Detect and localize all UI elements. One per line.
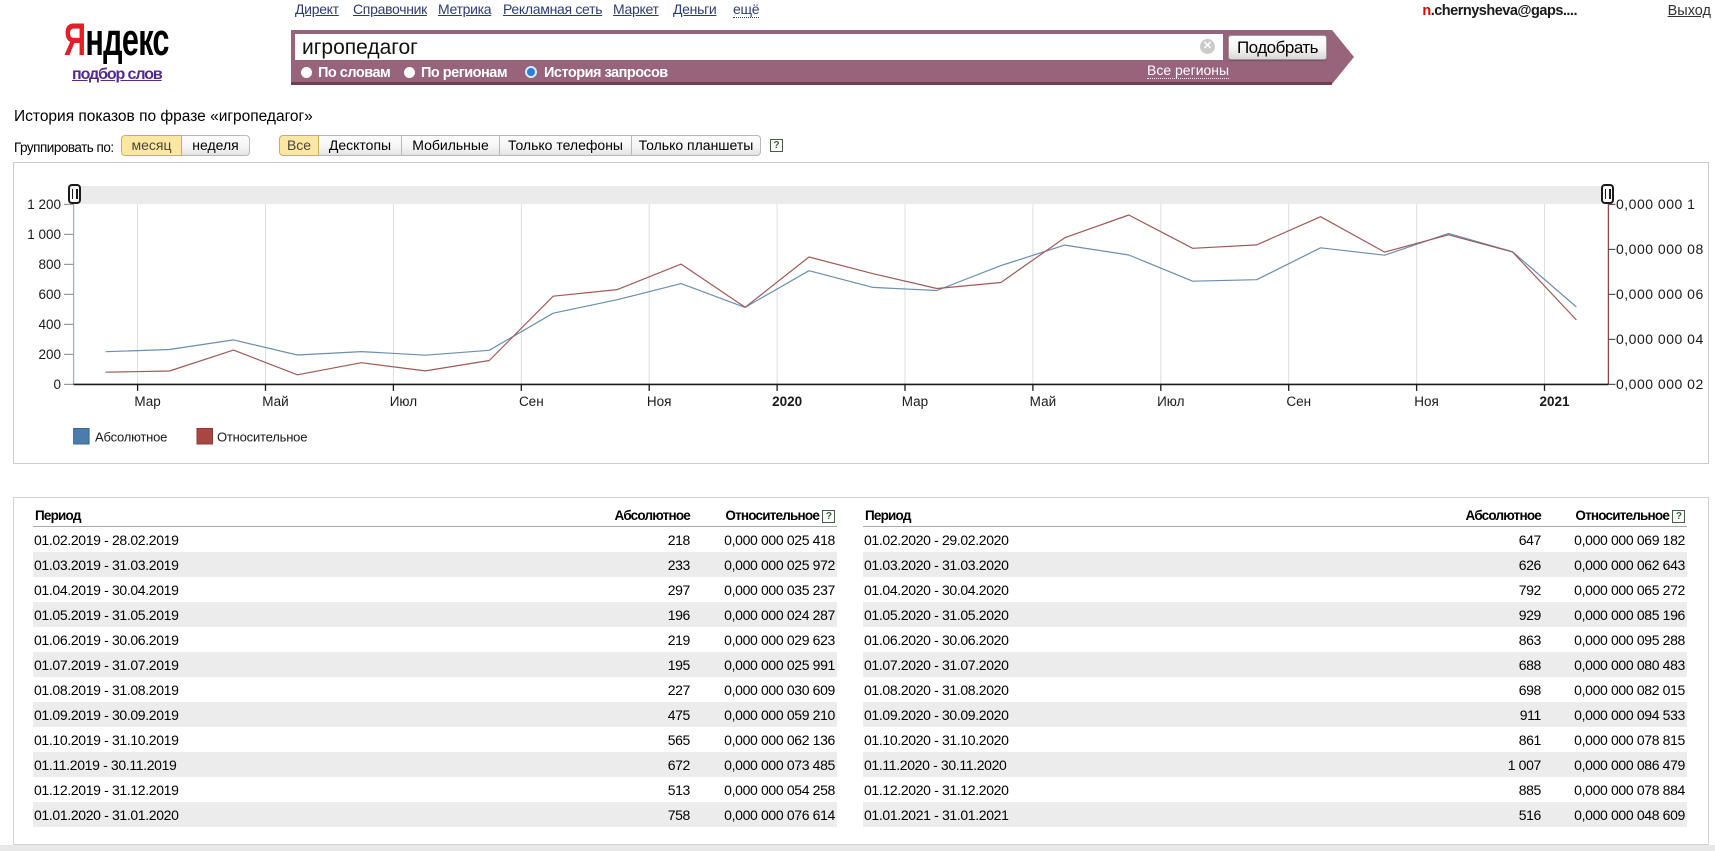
svg-text:Июл: Июл xyxy=(390,394,417,409)
svg-text:2021: 2021 xyxy=(1539,394,1570,409)
svg-text:0,000 000 04: 0,000 000 04 xyxy=(1616,331,1704,347)
svg-text:Ноя: Ноя xyxy=(1414,394,1439,409)
svg-text:Относительное: Относительное xyxy=(217,430,307,445)
svg-text:400: 400 xyxy=(38,317,61,332)
svg-text:Май: Май xyxy=(262,394,288,409)
svg-text:0,000 000 08: 0,000 000 08 xyxy=(1616,241,1704,257)
svg-text:0,000 000 1: 0,000 000 1 xyxy=(1616,196,1695,212)
svg-text:0,000 000 02: 0,000 000 02 xyxy=(1616,376,1704,392)
svg-text:Ноя: Ноя xyxy=(647,394,672,409)
svg-text:Сен: Сен xyxy=(1286,394,1311,409)
svg-text:0,000 000 06: 0,000 000 06 xyxy=(1616,286,1704,302)
svg-text:0: 0 xyxy=(53,377,61,392)
svg-text:Абсолютное: Абсолютное xyxy=(95,430,167,445)
svg-text:Мар: Мар xyxy=(902,394,928,409)
svg-text:Сен: Сен xyxy=(519,394,544,409)
svg-text:800: 800 xyxy=(38,257,61,272)
svg-text:1 000: 1 000 xyxy=(27,227,61,242)
svg-text:1 200: 1 200 xyxy=(27,197,61,212)
svg-text:Мар: Мар xyxy=(134,394,160,409)
svg-text:2020: 2020 xyxy=(772,394,802,409)
svg-text:Май: Май xyxy=(1030,394,1056,409)
svg-text:200: 200 xyxy=(38,347,61,362)
svg-text:Июл: Июл xyxy=(1157,394,1184,409)
svg-text:600: 600 xyxy=(38,287,61,302)
